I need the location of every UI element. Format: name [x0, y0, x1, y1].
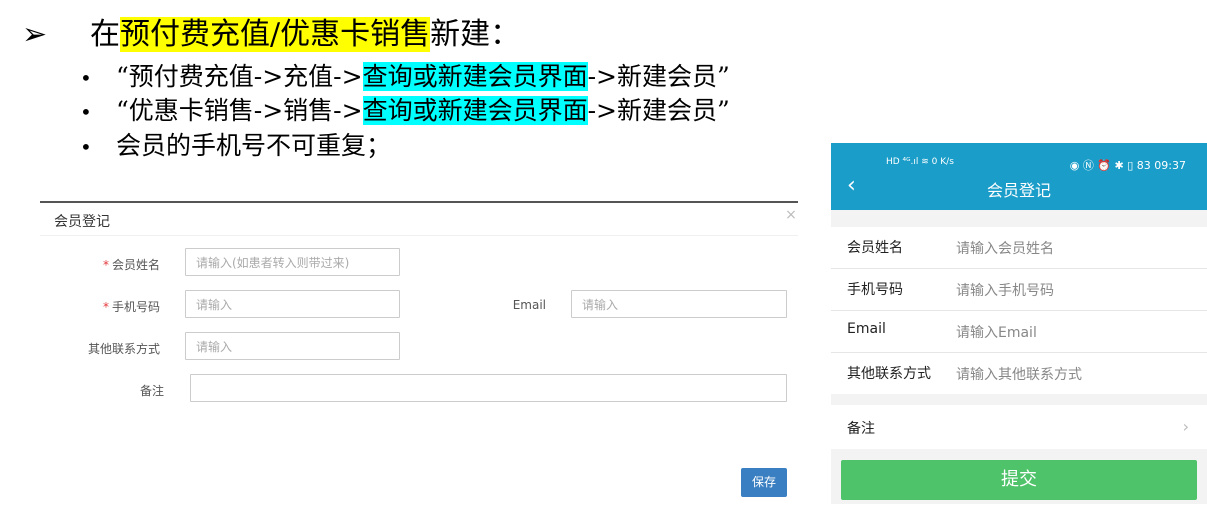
bullet-dot-icon: •	[80, 135, 92, 159]
bullet-item: • “预付费充值->充值->查询或新建会员界面->新建会员”	[80, 60, 730, 95]
submit-button[interactable]: 提交	[841, 460, 1197, 500]
status-bar-left: HD ⁴ᴳ.ıl ≋ 0 K/s	[886, 157, 954, 167]
chevron-right-icon: ›	[1182, 417, 1189, 436]
save-button[interactable]: 保存	[741, 468, 787, 497]
bullet-highlight: 查询或新建会员界面	[362, 96, 588, 125]
remark-label: 备注	[139, 384, 164, 398]
bullet-text: “优惠卡销售->销售->	[116, 96, 363, 125]
heading-highlight: 预付费充值/优惠卡销售	[120, 17, 431, 52]
other-contact-input[interactable]: 请输入其他联系方式	[956, 364, 1082, 384]
dialog-header: 会员登记 ×	[40, 203, 798, 236]
phone-screen: HD ⁴ᴳ.ıl ≋ 0 K/s ◉ Ⓝ ⏰ ✱ ▯ 83 09:37 ‹ 会员…	[831, 143, 1207, 504]
phone-number-input[interactable]: 请输入手机号码	[956, 280, 1054, 300]
remark-label: 备注	[847, 421, 875, 437]
other-contact-input[interactable]: 请输入	[185, 332, 400, 360]
list-item: 其他联系方式 请输入其他联系方式	[831, 353, 1207, 394]
field-label: Email	[847, 321, 886, 337]
phone-label-text: 手机号码	[111, 300, 160, 314]
phone-header: HD ⁴ᴳ.ıl ≋ 0 K/s ◉ Ⓝ ⏰ ✱ ▯ 83 09:37 ‹ 会员…	[831, 143, 1207, 210]
arrow-bullet-icon: ➢	[22, 17, 48, 52]
remark-input[interactable]	[190, 374, 787, 402]
list-item: 会员姓名 请输入会员姓名	[831, 227, 1207, 269]
other-contact-label: 其他联系方式	[87, 342, 160, 356]
status-bar-right: ◉ Ⓝ ⏰ ✱ ▯ 83 09:37	[1069, 159, 1186, 172]
name-label-text: 会员姓名	[111, 258, 160, 272]
heading-suffix: 新建：	[430, 17, 521, 52]
bullet-text: 会员的手机号不可重复；	[116, 131, 392, 160]
bullet-text: ->新建会员”	[587, 62, 730, 91]
name-input[interactable]: 请输入(如患者转入则带过来)	[185, 248, 400, 276]
field-label: 手机号码	[847, 282, 903, 298]
field-label: 会员姓名	[847, 240, 903, 256]
slide-heading: ➢ 在预付费充值/优惠卡销售新建：	[22, 14, 520, 56]
list-item: Email 请输入Email	[831, 311, 1207, 353]
bullet-text: “预付费充值->充值->	[116, 62, 363, 91]
bullet-item: • “优惠卡销售->销售->查询或新建会员界面->新建会员”	[80, 94, 730, 129]
heading-prefix: 在	[90, 17, 120, 52]
email-input[interactable]: 请输入Email	[956, 322, 1037, 342]
required-mark: *	[102, 300, 109, 314]
name-label: * 会员姓名	[80, 256, 160, 273]
bullet-dot-icon: •	[80, 66, 92, 90]
phone-label: * 手机号码	[80, 298, 160, 315]
field-label: 其他联系方式	[847, 366, 931, 382]
email-label: Email	[512, 298, 546, 312]
dialog-title: 会员登记	[54, 214, 110, 230]
bullet-dot-icon: •	[80, 100, 92, 124]
list-item: 手机号码 请输入手机号码	[831, 269, 1207, 311]
member-register-dialog: 会员登记 × * 会员姓名 请输入(如患者转入则带过来) * 手机号码 请输入 Em…	[40, 201, 798, 506]
bullet-text: ->新建会员”	[587, 96, 730, 125]
bullet-item: • 会员的手机号不可重复；	[80, 129, 391, 164]
phone-title: 会员登记	[986, 181, 1051, 200]
member-name-input[interactable]: 请输入会员姓名	[956, 238, 1054, 258]
bullet-highlight: 查询或新建会员界面	[362, 62, 588, 91]
phone-input[interactable]: 请输入	[185, 290, 400, 318]
required-mark: *	[102, 258, 109, 272]
close-icon[interactable]: ×	[784, 207, 798, 223]
phone-form-list: 会员姓名 请输入会员姓名 手机号码 请输入手机号码 Email 请输入Email…	[831, 227, 1207, 394]
remark-row[interactable]: 备注 ›	[831, 405, 1207, 449]
email-input[interactable]: 请输入	[571, 290, 787, 318]
